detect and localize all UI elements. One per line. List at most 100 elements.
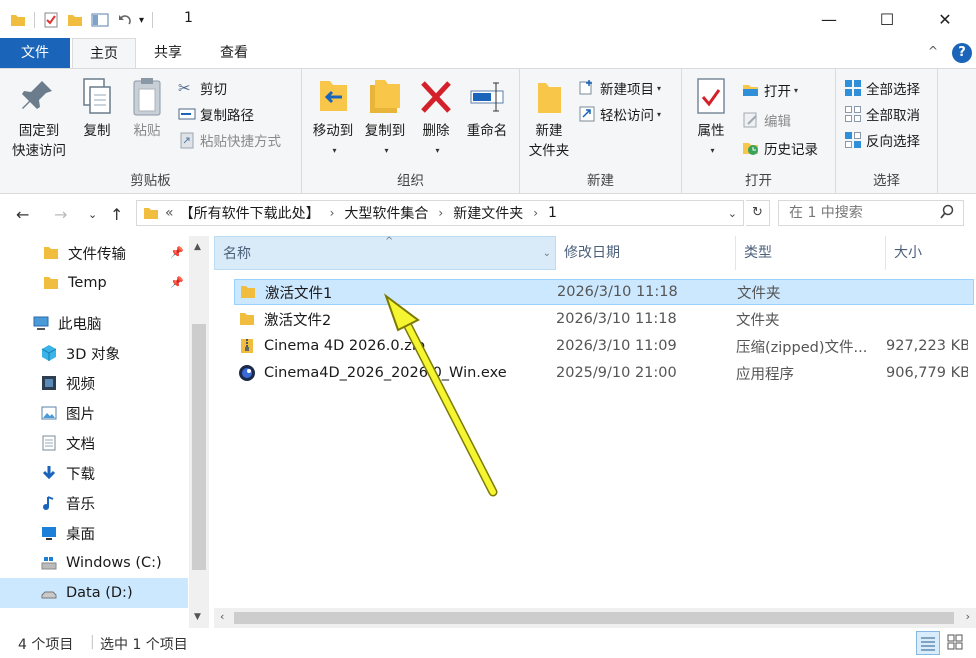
column-filter-icon[interactable]: ⌄: [543, 237, 551, 271]
cube-icon: [41, 345, 57, 361]
address-bar[interactable]: « 【所有软件下载此处】 › 大型软件集合 › 新建文件夹 › 1 ⌄: [136, 200, 744, 226]
breadcrumb-item[interactable]: 大型软件集合: [344, 203, 428, 223]
column-size[interactable]: 大小: [886, 236, 976, 270]
file-date: 2025/9/10 21:00: [556, 365, 677, 381]
copy-path-button[interactable]: 复制路径: [178, 103, 254, 125]
nav-scrollbar[interactable]: ▲ ▼: [189, 236, 209, 628]
column-date[interactable]: 修改日期: [556, 236, 736, 270]
scissors-icon: ✂: [178, 79, 191, 97]
tab-share[interactable]: 共享: [138, 38, 198, 68]
clipboard-group-label: 剪贴板: [130, 173, 171, 189]
properties-icon: [697, 78, 725, 114]
properties-button[interactable]: 属性 ▾: [688, 75, 734, 161]
new-folder-button[interactable]: 新建 文件夹: [524, 75, 574, 161]
edit-icon: [743, 112, 757, 128]
table-row[interactable]: Cinema4D_2026_2026.0_Win.exe 2025/9/10 2…: [234, 360, 974, 386]
folder-icon: [44, 277, 58, 289]
address-dropdown-icon[interactable]: ⌄: [728, 207, 737, 220]
close-button[interactable]: ✕: [916, 0, 974, 38]
ribbon: 固定到 快速访问 复制 粘贴 ✂ 剪切 复制路径 粘贴快捷方式 剪贴板 移动到: [0, 68, 976, 194]
select-all-button[interactable]: 全部选择: [844, 77, 920, 99]
select-none-icon: [845, 106, 861, 122]
details-view-button[interactable]: [916, 631, 940, 655]
copy-button[interactable]: 复制: [74, 75, 120, 141]
breadcrumb-item[interactable]: 1: [548, 205, 557, 221]
horizontal-scrollbar-thumb[interactable]: [234, 612, 954, 624]
undo-icon[interactable]: [117, 12, 133, 28]
horizontal-scrollbar[interactable]: ‹ ›: [214, 608, 976, 628]
minimize-button[interactable]: —: [800, 0, 858, 38]
nav-item-music[interactable]: 音乐: [0, 488, 188, 518]
scroll-left-icon[interactable]: ‹: [220, 610, 224, 623]
customize-toolbar-icon[interactable]: ▾: [139, 15, 144, 26]
help-button[interactable]: ?: [952, 43, 972, 63]
cut-button[interactable]: ✂ 剪切: [178, 77, 227, 99]
forward-button[interactable]: →: [54, 205, 67, 224]
breadcrumb-overflow[interactable]: «: [165, 205, 174, 221]
nav-item-temp[interactable]: Temp 📌: [0, 268, 188, 298]
pin-to-quick-access-button[interactable]: 固定到 快速访问: [8, 75, 70, 161]
properties-icon[interactable]: [43, 12, 59, 28]
nav-item-downloads[interactable]: 下载: [0, 458, 188, 488]
nav-item-3d-objects[interactable]: 3D 对象: [0, 338, 188, 368]
new-item-icon: [579, 80, 592, 95]
column-type[interactable]: 类型: [736, 236, 886, 270]
new-folder-icon[interactable]: [67, 12, 83, 28]
paste-button[interactable]: 粘贴: [124, 75, 170, 141]
collapse-ribbon-button[interactable]: ^: [928, 44, 938, 58]
quick-access-toolbar: ▾: [10, 10, 161, 30]
maximize-button[interactable]: ☐: [858, 0, 916, 38]
large-icons-view-button[interactable]: [944, 631, 968, 655]
refresh-button[interactable]: ↻: [746, 200, 770, 226]
rename-button[interactable]: 重命名: [460, 75, 514, 141]
history-icon: [743, 143, 758, 155]
open-button[interactable]: 打开 ▾: [742, 79, 798, 101]
paste-shortcut-button[interactable]: 粘贴快捷方式: [178, 129, 281, 151]
delete-button[interactable]: 删除 ▾: [416, 75, 456, 161]
history-button[interactable]: 历史记录: [742, 137, 818, 159]
new-folder-icon: [538, 83, 561, 113]
tab-file[interactable]: 文件: [0, 38, 70, 68]
new-item-button[interactable]: 新建项目 ▾: [578, 77, 661, 99]
tab-home[interactable]: 主页: [72, 38, 136, 70]
search-input[interactable]: 在 1 中搜索: [778, 200, 964, 226]
nav-item-videos[interactable]: 视频: [0, 368, 188, 398]
breadcrumb-item[interactable]: 新建文件夹: [453, 203, 523, 223]
nav-item-file-transfer[interactable]: 文件传输 📌: [0, 238, 188, 268]
nav-item-this-pc[interactable]: 此电脑: [0, 308, 188, 338]
pin-icon[interactable]: 📌: [170, 246, 184, 259]
nav-scrollbar-thumb[interactable]: [192, 324, 206, 570]
column-name[interactable]: ^ 名称 ⌄: [214, 236, 556, 270]
table-row[interactable]: Cinema 4D 2026.0.zip 2026/3/10 11:09 压缩(…: [234, 333, 974, 359]
copy-to-button[interactable]: 复制到 ▾: [358, 75, 412, 161]
invert-selection-button[interactable]: 反向选择: [844, 129, 920, 151]
chevron-right-icon[interactable]: ›: [533, 206, 538, 220]
scroll-up-icon[interactable]: ▲: [194, 242, 201, 252]
tab-view[interactable]: 查看: [202, 38, 266, 68]
chevron-down-icon: ▾: [710, 146, 715, 155]
pin-icon[interactable]: 📌: [170, 276, 184, 289]
select-none-button[interactable]: 全部取消: [844, 103, 920, 125]
nav-item-data-d[interactable]: Data (D:): [0, 578, 188, 608]
scroll-down-icon[interactable]: ▼: [194, 612, 201, 622]
chevron-right-icon[interactable]: ›: [438, 206, 443, 220]
table-row[interactable]: 激活文件2 2026/3/10 11:18 文件夹: [234, 306, 974, 332]
scroll-right-icon[interactable]: ›: [966, 610, 970, 623]
edit-button[interactable]: 编辑: [742, 109, 791, 131]
new-group-label: 新建: [587, 173, 614, 189]
back-button[interactable]: ←: [16, 205, 29, 224]
table-row[interactable]: 激活文件1 2026/3/10 11:18 文件夹: [234, 279, 974, 305]
easy-access-button[interactable]: 轻松访问 ▾: [578, 103, 661, 125]
up-button[interactable]: ↑: [110, 205, 123, 224]
chevron-right-icon[interactable]: ›: [330, 206, 335, 220]
nav-item-windows-c[interactable]: Windows (C:): [0, 548, 188, 578]
move-to-button[interactable]: 移动到 ▾: [306, 75, 360, 161]
copy-path-icon: [178, 108, 196, 120]
panes-icon[interactable]: [91, 12, 109, 28]
system-drive-icon: [41, 557, 57, 570]
nav-item-desktop[interactable]: 桌面: [0, 518, 188, 548]
nav-item-documents[interactable]: 文档: [0, 428, 188, 458]
recent-locations-button[interactable]: ⌄: [88, 208, 97, 221]
breadcrumb-item[interactable]: 【所有软件下载此处】: [180, 203, 320, 223]
nav-item-pictures[interactable]: 图片: [0, 398, 188, 428]
